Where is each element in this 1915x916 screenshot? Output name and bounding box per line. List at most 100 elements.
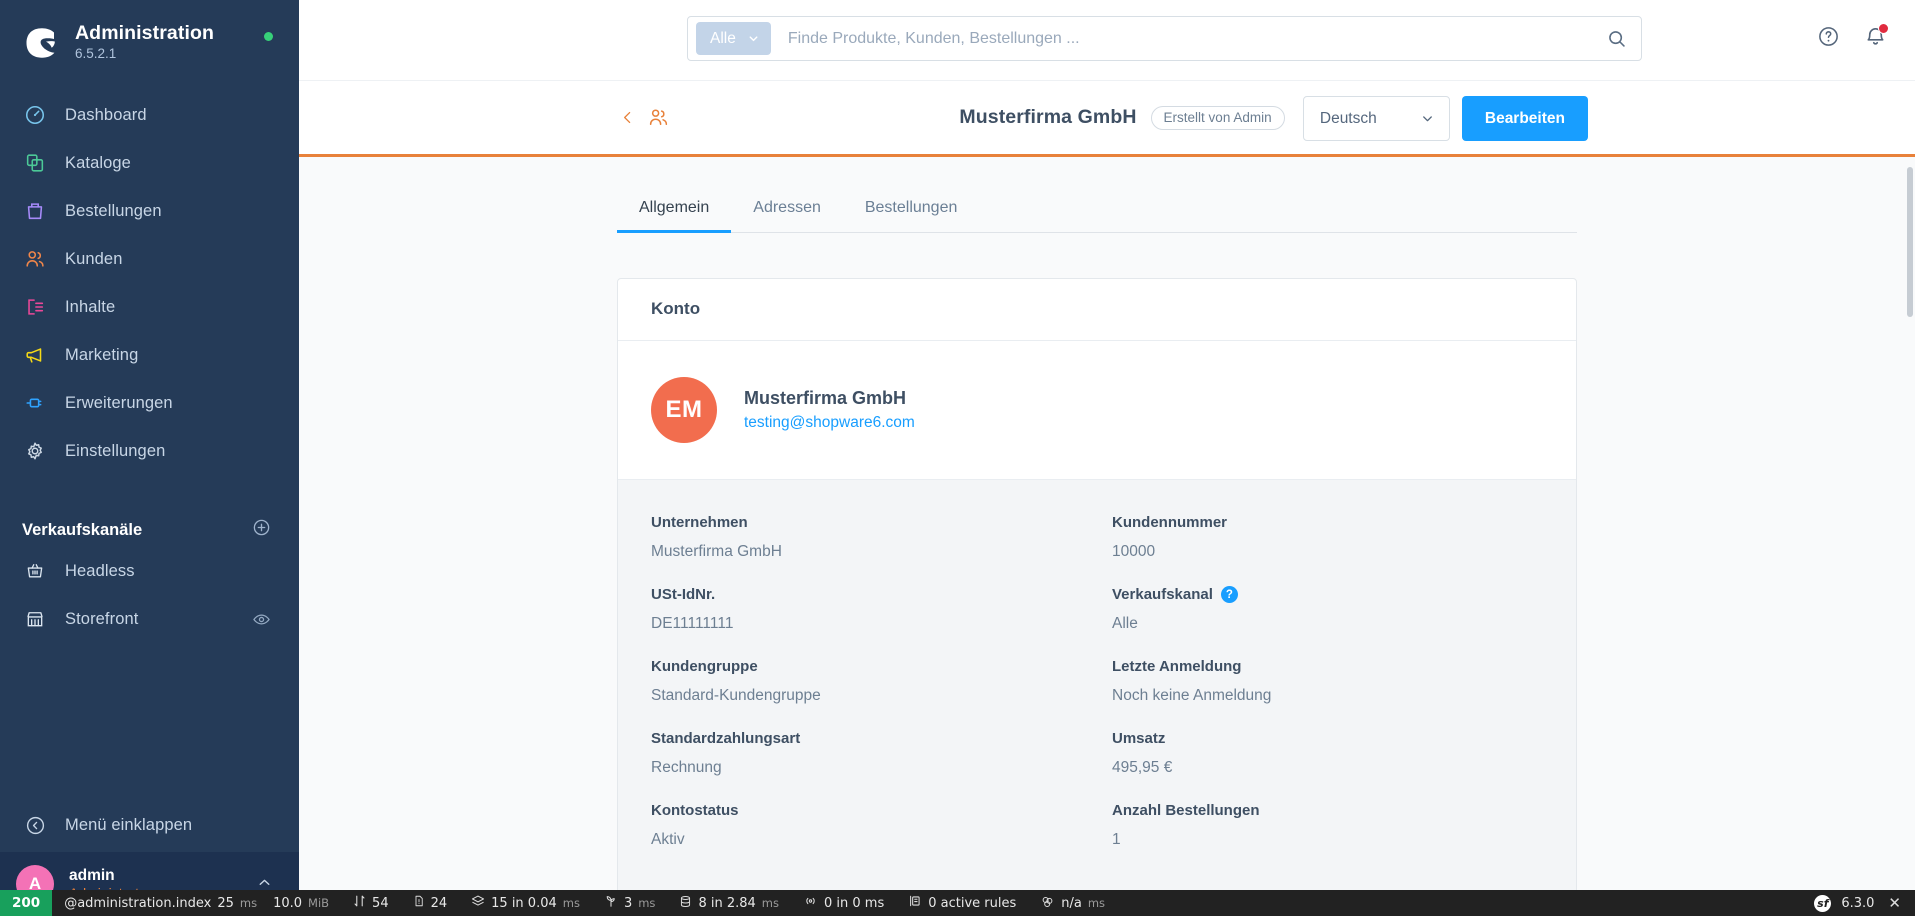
symfony-version: 6.3.0 [1841, 895, 1875, 911]
field-value: 1 [1112, 831, 1121, 848]
language-select[interactable]: Deutsch [1302, 96, 1450, 141]
account-email-link[interactable]: testing@shopware6.com [744, 414, 915, 432]
events-value: 0 in 0 ms [823, 895, 885, 911]
field-verkaufskanal: Verkaufskanal ? Alle [1112, 586, 1543, 633]
layers-icon [471, 894, 485, 912]
debug-forms[interactable]: 24 [401, 894, 460, 912]
http-status-code[interactable]: 200 [0, 890, 53, 916]
tab-allgemein[interactable]: Allgemein [617, 185, 732, 233]
sidebar-item-storefront[interactable]: Storefront [0, 595, 299, 643]
debug-cache[interactable]: n/a ms [1028, 894, 1117, 913]
plus-circle-icon[interactable] [252, 518, 271, 542]
debug-templates[interactable]: 15 in 0.04 ms [459, 894, 592, 912]
memory-usage: 10.0 [273, 895, 303, 911]
topbar: Alle [299, 0, 1915, 81]
debug-twig[interactable]: 3 ms [592, 894, 667, 912]
debug-requests[interactable]: 54 [341, 894, 401, 912]
orders-icon [22, 198, 48, 224]
tab-bestellungen[interactable]: Bestellungen [843, 185, 980, 232]
settings-gear-icon [22, 438, 48, 464]
sidebar-item-label: Bestellungen [65, 201, 162, 220]
search-type-dropdown[interactable]: Alle [696, 22, 771, 55]
memory-unit: MiB [308, 896, 330, 910]
chevron-down-icon [747, 32, 760, 45]
sidebar-item-label: Einstellungen [65, 441, 166, 460]
eye-icon[interactable] [252, 610, 271, 634]
sidebar-item-einstellungen[interactable]: Einstellungen [0, 427, 299, 475]
magnifier-icon[interactable] [1606, 28, 1627, 49]
collapse-menu-button[interactable]: Menü einklappen [0, 802, 299, 848]
sales-channels-title: Verkaufskanäle [22, 520, 143, 539]
debug-rules[interactable]: 0 active rules [896, 894, 1028, 912]
dashboard-icon [22, 102, 48, 128]
customers-icon [22, 246, 48, 272]
sidebar-item-label: Marketing [65, 345, 139, 364]
main-area: Alle Finde Produkte, Kunden, Bestellunge… [299, 0, 1915, 916]
shopware-admin-window: Administration 6.5.2.1 Dashboard Katalog… [0, 0, 1915, 916]
vertical-scrollbar[interactable] [1907, 167, 1913, 317]
bell-icon[interactable] [1864, 23, 1889, 48]
debug-route[interactable]: @administration.index 25 ms 10.0 MiB [52, 896, 341, 911]
collapse-menu-label: Menü einklappen [65, 815, 193, 834]
edit-button[interactable]: Bearbeiten [1461, 96, 1588, 141]
sidebar-item-inhalte[interactable]: Inhalte [0, 283, 299, 331]
field-label-text: Verkaufskanal [1112, 586, 1213, 603]
templates-value: 15 in 0.04 [491, 895, 557, 911]
status-dot [264, 32, 273, 41]
notification-badge [1878, 23, 1889, 34]
broadcast-icon [803, 894, 818, 912]
field-value: Aktiv [651, 831, 685, 848]
field-value: 495,95 € [1112, 759, 1173, 776]
sales-channels-section: Verkaufskanäle [0, 513, 299, 547]
field-standardzahlungsart: Standardzahlungsart Rechnung [651, 730, 1082, 777]
tab-bar: Allgemein Adressen Bestellungen [617, 185, 1577, 233]
help-icon[interactable]: ? [1220, 586, 1238, 603]
brand-title: Administration [75, 22, 214, 44]
card-title: Konto [651, 299, 701, 318]
rules-icon [908, 894, 922, 912]
field-value: Noch keine Anmeldung [1112, 687, 1272, 704]
sidebar-item-kunden[interactable]: Kunden [0, 235, 299, 283]
twig-value: 3 [623, 895, 633, 911]
close-icon[interactable]: ✕ [1884, 894, 1905, 912]
sidebar-item-dashboard[interactable]: Dashboard [0, 91, 299, 139]
sidebar-item-headless[interactable]: Headless [0, 547, 299, 595]
sidebar-item-label: Erweiterungen [65, 393, 173, 412]
sidebar: Administration 6.5.2.1 Dashboard Katalog… [0, 0, 299, 916]
database-unit: ms [761, 896, 779, 910]
field-label: Umsatz [1112, 730, 1166, 747]
symfony-logo-icon[interactable]: sf [1814, 894, 1832, 912]
cache-unit: ms [1087, 896, 1106, 910]
user-name: admin [69, 866, 115, 884]
field-label: USt-IdNr. [651, 586, 716, 603]
question-circle-icon[interactable] [1817, 25, 1840, 48]
language-select-value: Deutsch [1319, 109, 1377, 127]
field-value: 10000 [1112, 543, 1156, 560]
sidebar-item-bestellungen[interactable]: Bestellungen [0, 187, 299, 235]
avatar: EM [651, 377, 717, 443]
sidebar-item-erweiterungen[interactable]: Erweiterungen [0, 379, 299, 427]
debug-right-group: sf 6.3.0 ✕ [1814, 894, 1905, 912]
topbar-icons [1817, 23, 1889, 48]
shopware-logo-icon [22, 23, 62, 63]
field-value: Alle [1112, 615, 1138, 632]
search-input[interactable] [787, 29, 1606, 48]
tab-adressen[interactable]: Adressen [731, 185, 843, 232]
cache-icon [1040, 894, 1055, 913]
page-title: Musterfirma GmbH [959, 106, 1137, 128]
debug-events[interactable]: 0 in 0 ms [791, 894, 896, 912]
field-label: Kundennummer [1112, 514, 1228, 531]
page-header: Musterfirma GmbH Erstellt von Admin Deut… [299, 81, 1915, 157]
request-time-unit: ms [239, 896, 258, 910]
sidebar-brand[interactable]: Administration 6.5.2.1 [0, 0, 299, 63]
field-value: Musterfirma GmbH [651, 543, 782, 560]
field-label: Anzahl Bestellungen [1112, 802, 1260, 819]
account-name: Musterfirma GmbH [744, 388, 907, 408]
debug-database[interactable]: 8 in 2.84 ms [667, 894, 791, 913]
sidebar-item-marketing[interactable]: Marketing [0, 331, 299, 379]
rules-value: 0 active rules [928, 895, 1017, 911]
storefront-icon [22, 606, 48, 632]
global-search[interactable]: Alle [687, 16, 1642, 61]
field-kontostatus: Kontostatus Aktiv [651, 802, 1082, 849]
sidebar-item-kataloge[interactable]: Kataloge [0, 139, 299, 187]
